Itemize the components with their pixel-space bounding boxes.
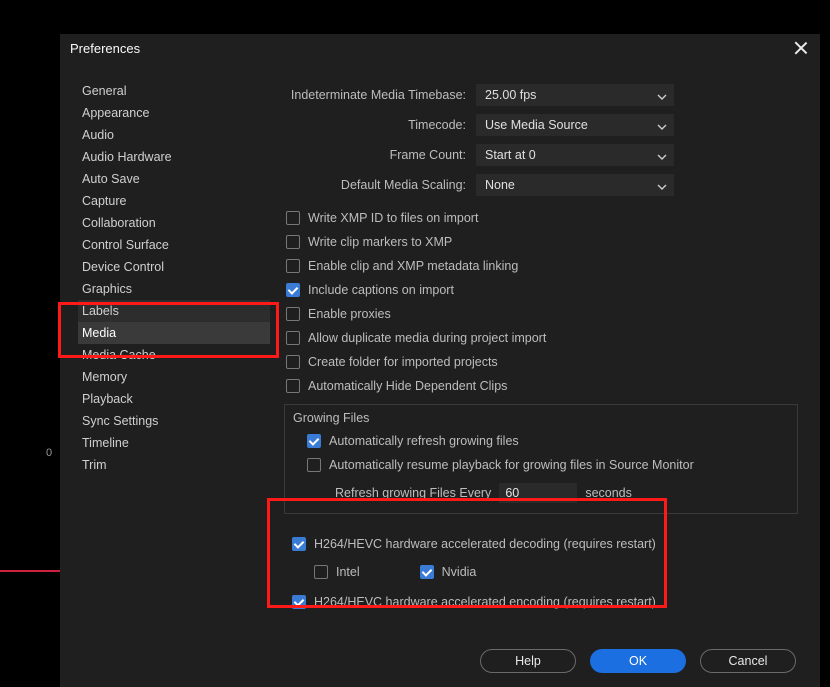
sidebar-item-graphics[interactable]: Graphics bbox=[78, 278, 270, 300]
dialog-buttons: Help OK Cancel bbox=[480, 649, 796, 673]
auto-resume-label: Automatically resume playback for growin… bbox=[329, 458, 694, 472]
framecount-value: Start at 0 bbox=[485, 148, 536, 162]
sidebar-item-capture[interactable]: Capture bbox=[78, 190, 270, 212]
sidebar-item-trim[interactable]: Trim bbox=[78, 454, 270, 476]
captions-label: Include captions on import bbox=[308, 283, 454, 297]
sidebar-item-audio-hardware[interactable]: Audio Hardware bbox=[78, 146, 270, 168]
sidebar-item-audio[interactable]: Audio bbox=[78, 124, 270, 146]
sidebar-item-appearance[interactable]: Appearance bbox=[78, 102, 270, 124]
auto-resume-checkbox[interactable] bbox=[307, 458, 321, 472]
check-row-xmp-id: Write XMP ID to files on import bbox=[280, 206, 802, 230]
scaling-label: Default Media Scaling: bbox=[280, 178, 476, 192]
timebase-select[interactable]: 25.00 fps bbox=[476, 84, 674, 106]
check-row-proxies: Enable proxies bbox=[280, 302, 802, 326]
dup-media-label: Allow duplicate media during project imp… bbox=[308, 331, 546, 345]
timecode-select[interactable]: Use Media Source bbox=[476, 114, 674, 136]
hw-nvidia-checkbox[interactable] bbox=[420, 565, 434, 579]
check-row-xmp-linking: Enable clip and XMP metadata linking bbox=[280, 254, 802, 278]
dup-media-checkbox[interactable] bbox=[286, 331, 300, 345]
check-row-create-folder: Create folder for imported projects bbox=[280, 350, 802, 374]
sidebar-item-sync-settings[interactable]: Sync Settings bbox=[78, 410, 270, 432]
timecode-label: Timecode: bbox=[280, 118, 476, 132]
growing-files-group: Growing Files Automatically refresh grow… bbox=[284, 404, 798, 514]
timebase-label: Indeterminate Media Timebase: bbox=[280, 88, 476, 102]
clip-markers-checkbox[interactable] bbox=[286, 235, 300, 249]
chevron-down-icon bbox=[657, 181, 667, 195]
xmp-linking-checkbox[interactable] bbox=[286, 259, 300, 273]
auto-refresh-label: Automatically refresh growing files bbox=[329, 434, 519, 448]
timebase-value: 25.00 fps bbox=[485, 88, 536, 102]
ok-button[interactable]: OK bbox=[590, 649, 686, 673]
chevron-down-icon bbox=[657, 151, 667, 165]
hw-intel-checkbox[interactable] bbox=[314, 565, 328, 579]
timecode-value: Use Media Source bbox=[485, 118, 588, 132]
check-row-hide-deps: Automatically Hide Dependent Clips bbox=[280, 374, 802, 398]
scaling-select[interactable]: None bbox=[476, 174, 674, 196]
cancel-button[interactable]: Cancel bbox=[700, 649, 796, 673]
framecount-label: Frame Count: bbox=[280, 148, 476, 162]
clip-markers-label: Write clip markers to XMP bbox=[308, 235, 452, 249]
check-row-clip-markers: Write clip markers to XMP bbox=[280, 230, 802, 254]
framecount-select[interactable]: Start at 0 bbox=[476, 144, 674, 166]
sidebar-item-media-cache[interactable]: Media Cache bbox=[78, 344, 270, 366]
create-folder-label: Create folder for imported projects bbox=[308, 355, 498, 369]
refresh-interval-input[interactable] bbox=[499, 483, 577, 503]
check-row-captions: Include captions on import bbox=[280, 278, 802, 302]
hide-deps-checkbox[interactable] bbox=[286, 379, 300, 393]
sidebar-item-memory[interactable]: Memory bbox=[78, 366, 270, 388]
auto-refresh-checkbox[interactable] bbox=[307, 434, 321, 448]
hw-decode-label: H264/HEVC hardware accelerated decoding … bbox=[314, 537, 656, 551]
check-row-dup-media: Allow duplicate media during project imp… bbox=[280, 326, 802, 350]
sidebar-item-collaboration[interactable]: Collaboration bbox=[78, 212, 270, 234]
dialog-title: Preferences bbox=[70, 41, 140, 56]
content-panel: Indeterminate Media Timebase: 25.00 fps … bbox=[280, 78, 802, 614]
sidebar-item-general[interactable]: General bbox=[78, 80, 270, 102]
hw-encode-label: H264/HEVC hardware accelerated encoding … bbox=[314, 595, 656, 609]
captions-checkbox[interactable] bbox=[286, 283, 300, 297]
hw-encode-checkbox[interactable] bbox=[292, 595, 306, 609]
chevron-down-icon bbox=[657, 121, 667, 135]
timeline-fragment: 0 bbox=[0, 440, 60, 470]
sidebar: GeneralAppearanceAudioAudio HardwareAuto… bbox=[78, 78, 270, 614]
timeline-tick-label: 0 bbox=[46, 447, 52, 459]
hw-intel-label: Intel bbox=[336, 565, 360, 579]
sidebar-item-labels[interactable]: Labels bbox=[78, 300, 270, 322]
refresh-label-pre: Refresh growing Files Every bbox=[335, 486, 491, 500]
sidebar-item-playback[interactable]: Playback bbox=[78, 388, 270, 410]
sidebar-item-timeline[interactable]: Timeline bbox=[78, 432, 270, 454]
titlebar: Preferences bbox=[60, 34, 820, 62]
xmp-id-label: Write XMP ID to files on import bbox=[308, 211, 478, 225]
preferences-dialog: Preferences GeneralAppearanceAudioAudio … bbox=[60, 34, 820, 687]
refresh-label-post: seconds bbox=[585, 486, 632, 500]
sidebar-item-auto-save[interactable]: Auto Save bbox=[78, 168, 270, 190]
chevron-down-icon bbox=[657, 91, 667, 105]
sidebar-item-control-surface[interactable]: Control Surface bbox=[78, 234, 270, 256]
hardware-accel-block: H264/HEVC hardware accelerated decoding … bbox=[280, 532, 802, 614]
help-button[interactable]: Help bbox=[480, 649, 576, 673]
hw-nvidia-label: Nvidia bbox=[442, 565, 477, 579]
hide-deps-label: Automatically Hide Dependent Clips bbox=[308, 379, 507, 393]
growing-files-title: Growing Files bbox=[293, 411, 789, 425]
hw-decode-checkbox[interactable] bbox=[292, 537, 306, 551]
timeline-redline bbox=[0, 570, 60, 572]
sidebar-item-device-control[interactable]: Device Control bbox=[78, 256, 270, 278]
scaling-value: None bbox=[485, 178, 515, 192]
close-icon[interactable] bbox=[792, 39, 810, 57]
xmp-linking-label: Enable clip and XMP metadata linking bbox=[308, 259, 518, 273]
proxies-checkbox[interactable] bbox=[286, 307, 300, 321]
xmp-id-checkbox[interactable] bbox=[286, 211, 300, 225]
sidebar-item-media[interactable]: Media bbox=[78, 322, 270, 344]
proxies-label: Enable proxies bbox=[308, 307, 391, 321]
create-folder-checkbox[interactable] bbox=[286, 355, 300, 369]
